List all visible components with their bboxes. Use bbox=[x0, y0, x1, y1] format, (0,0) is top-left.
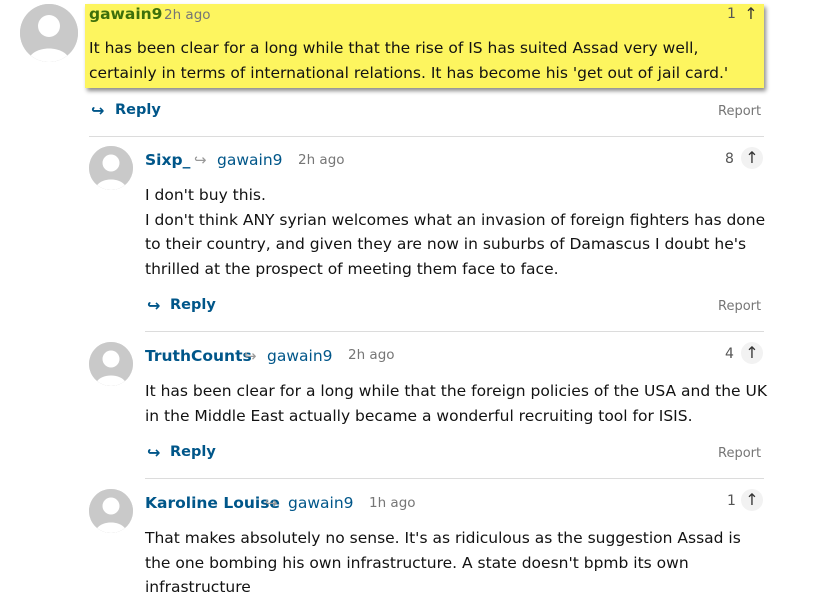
reply-button[interactable]: Reply bbox=[170, 297, 216, 313]
comment-body: I don't buy this. I don't think ANY syri… bbox=[145, 183, 770, 281]
recommend-up-arrow-icon[interactable]: ↑ bbox=[741, 489, 763, 511]
recommend-up-arrow-icon[interactable]: ↑ bbox=[741, 147, 763, 169]
comment-username[interactable]: TruthCounts bbox=[145, 347, 252, 365]
comment-timestamp[interactable]: 2h ago bbox=[164, 7, 211, 23]
reply-to-arrow-icon: ↪ bbox=[244, 347, 257, 365]
comment-username[interactable]: Sixp_ bbox=[145, 151, 190, 169]
reply-to-arrow-icon: ↪ bbox=[265, 494, 278, 512]
avatar-placeholder-icon bbox=[89, 489, 133, 533]
comment-body: It has been clear for a long while that … bbox=[145, 382, 768, 425]
avatar[interactable] bbox=[89, 146, 133, 190]
reply-to-username[interactable]: gawain9 bbox=[217, 151, 283, 169]
comment-timestamp[interactable]: 2h ago bbox=[298, 152, 345, 168]
comment-body-line: I don't think ANY syrian welcomes what a… bbox=[145, 210, 766, 278]
comment-username[interactable]: gawain9 bbox=[89, 5, 162, 23]
avatar-placeholder-icon bbox=[20, 4, 78, 62]
reply-to-username[interactable]: gawain9 bbox=[288, 494, 354, 512]
report-link[interactable]: Report bbox=[718, 299, 761, 314]
avatar[interactable] bbox=[89, 489, 133, 533]
divider bbox=[145, 478, 764, 479]
reply-button[interactable]: Reply bbox=[170, 444, 216, 460]
comment-username[interactable]: Karoline Louise bbox=[145, 494, 280, 512]
avatar-placeholder-icon bbox=[89, 342, 133, 386]
recommend-count: 1 bbox=[727, 493, 736, 509]
divider bbox=[89, 136, 764, 137]
recommend-count: 8 bbox=[725, 151, 734, 167]
reply-arrow-icon: ↪ bbox=[147, 443, 161, 462]
comment-body: That makes absolutely no sense. It's as … bbox=[145, 529, 741, 596]
reply-button[interactable]: Reply bbox=[115, 102, 161, 118]
avatar[interactable] bbox=[89, 342, 133, 386]
recommend-up-arrow-icon[interactable]: ↑ bbox=[741, 342, 763, 364]
recommend-count: 1 bbox=[727, 6, 736, 22]
reply-arrow-icon: ↪ bbox=[147, 296, 161, 315]
report-link[interactable]: Report bbox=[718, 446, 761, 461]
recommend-count: 4 bbox=[725, 346, 734, 362]
report-link[interactable]: Report bbox=[718, 104, 761, 119]
comment-body: It has been clear for a long while that … bbox=[89, 39, 729, 82]
divider bbox=[145, 331, 764, 332]
avatar-placeholder-icon bbox=[89, 146, 133, 190]
reply-to-username[interactable]: gawain9 bbox=[267, 347, 333, 365]
comment-timestamp[interactable]: 1h ago bbox=[369, 495, 416, 511]
comment-body-line: I don't buy this. bbox=[145, 186, 266, 204]
avatar[interactable] bbox=[20, 4, 78, 62]
reply-to-arrow-icon: ↪ bbox=[194, 151, 207, 169]
reply-arrow-icon: ↪ bbox=[91, 101, 105, 120]
recommend-up-arrow-icon[interactable]: ↑ bbox=[740, 3, 762, 25]
comment-timestamp[interactable]: 2h ago bbox=[348, 347, 395, 363]
